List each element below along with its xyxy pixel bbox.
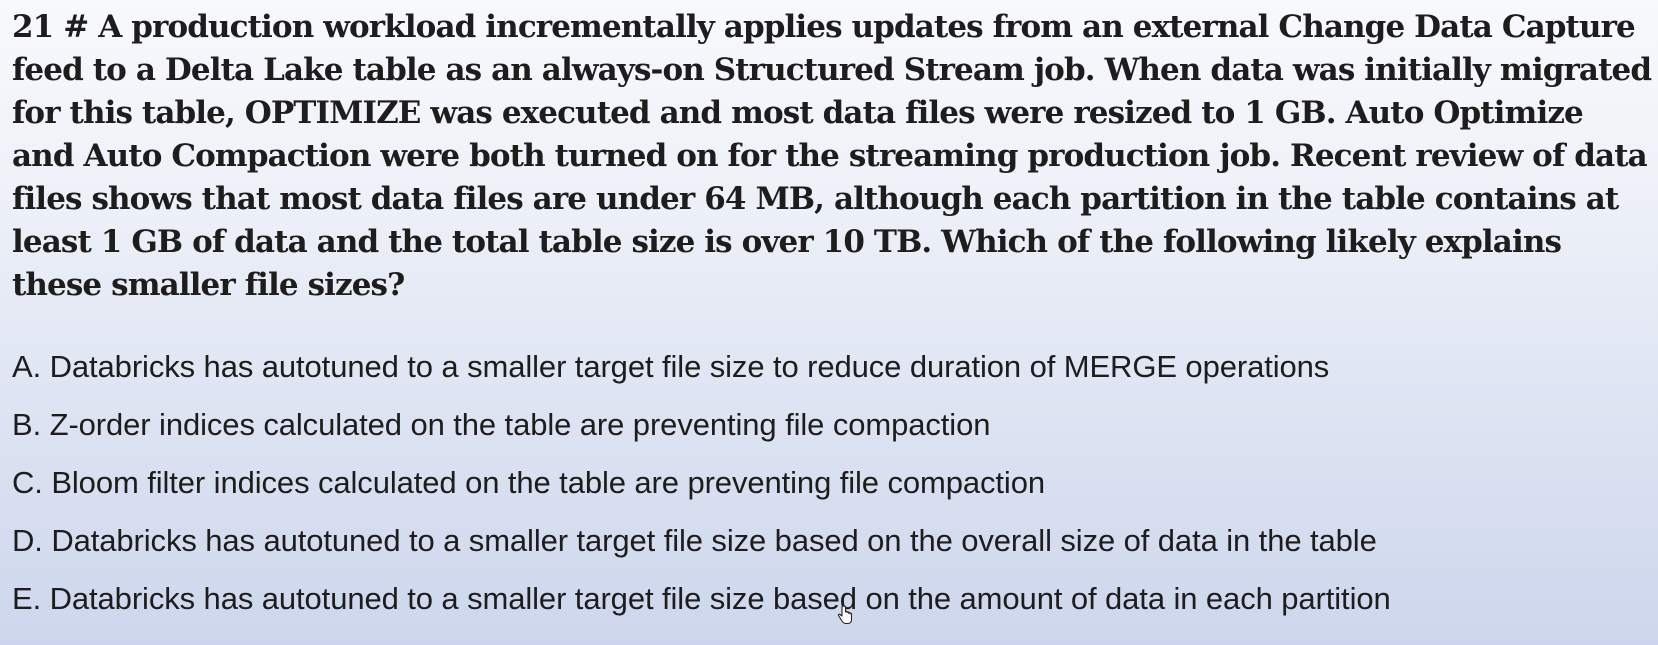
option-d[interactable]: D. Databricks has autotuned to a smaller… [12, 512, 1652, 570]
hand-pointer-icon [837, 605, 853, 625]
question-text: 21 # A production workload incrementally… [12, 9, 1652, 303]
option-a[interactable]: A. Databricks has autotuned to a smaller… [12, 338, 1652, 396]
answer-options: A. Databricks has autotuned to a smaller… [12, 338, 1652, 628]
option-b[interactable]: B. Z-order indices calculated on the tab… [12, 396, 1652, 454]
option-e[interactable]: E. Databricks has autotuned to a smaller… [12, 570, 1652, 628]
option-c[interactable]: C. Bloom filter indices calculated on th… [12, 454, 1652, 512]
